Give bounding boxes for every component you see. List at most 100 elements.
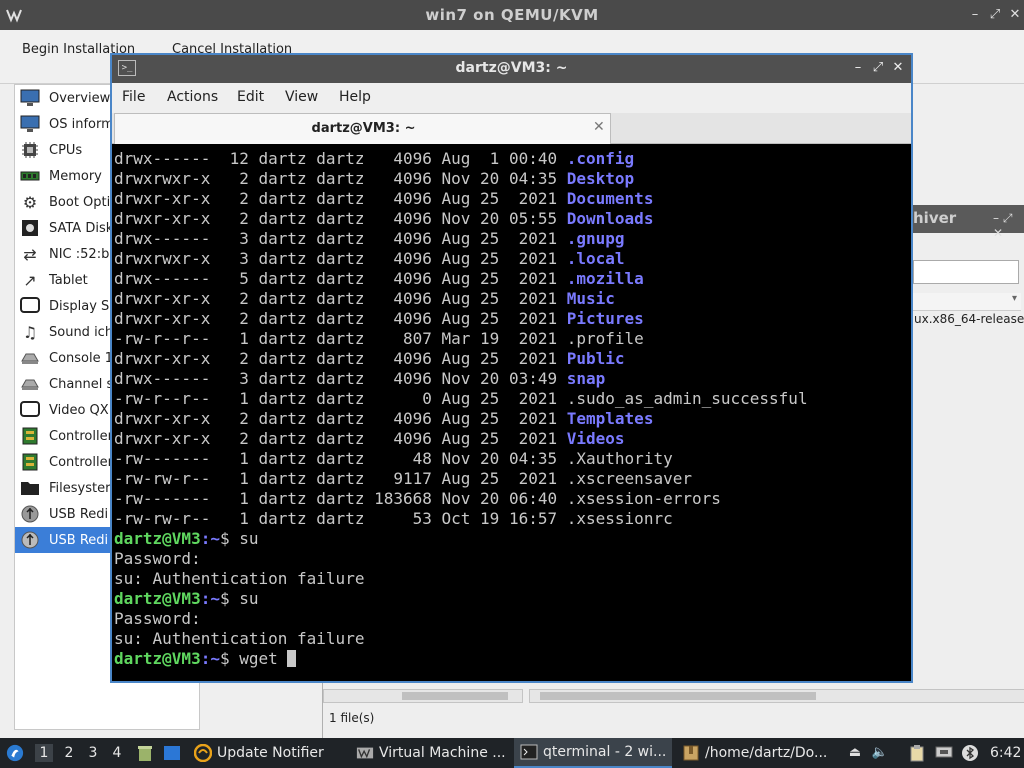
minimize-icon[interactable]: – (966, 6, 984, 24)
listing-line: -rw-r--r-- 1 dartz dartz 807 Mar 19 2021… (114, 329, 644, 349)
menu-view[interactable]: View (285, 89, 318, 105)
minimize-icon[interactable]: – (850, 60, 866, 75)
memory-icon (19, 165, 41, 187)
bluetooth-icon[interactable] (961, 744, 979, 762)
listing-meta: drwxr-xr-x 2 dartz dartz 4096 Aug 25 202… (114, 349, 567, 368)
file-name: .sudo_as_admin_successful (566, 389, 808, 408)
listing-line: drwxr-xr-x 2 dartz dartz 4096 Aug 25 202… (114, 289, 615, 309)
directory-name: Pictures (566, 309, 644, 328)
hardware-item-label: Video QX (49, 402, 109, 418)
file-name: .Xauthority (566, 449, 673, 468)
close-icon[interactable]: ✕ (890, 60, 906, 75)
task-qterminal-active[interactable]: qterminal - 2 wi... (514, 738, 673, 768)
hardware-item-label: CPUs (49, 142, 83, 158)
terminal-titlebar[interactable]: >_ dartz@VM3: ~ – ⤢ ✕ (112, 55, 911, 83)
horizontal-scrollbar[interactable] (323, 689, 523, 703)
output-line: Password: (114, 609, 201, 629)
file-name: .xsession-errors (566, 489, 721, 508)
tablet-icon: ↗ (23, 270, 37, 290)
listing-line: -rw-rw-r-- 1 dartz dartz 53 Oct 19 16:57… (114, 509, 673, 529)
menu-actions[interactable]: Actions (167, 89, 218, 105)
directory-name: Templates (566, 409, 654, 428)
scrollbar-thumb[interactable] (402, 692, 508, 700)
listing-line: drwx------ 3 dartz dartz 4096 Nov 20 03:… (114, 369, 605, 389)
task-update-notifier[interactable]: Update Notifier (194, 738, 324, 768)
task-file-archiver[interactable]: /home/dartz/Do... (682, 738, 827, 768)
listing-meta: drwxr-xr-x 2 dartz dartz 4096 Aug 25 202… (114, 289, 567, 308)
clock[interactable]: 6:42 (990, 738, 1021, 768)
prompt-path: :~ (200, 589, 220, 608)
prompt-line: dartz@VM3:~$ su (114, 589, 259, 609)
hardware-item-label: NIC :52:b (49, 246, 110, 262)
listing-line: drwxr-xr-x 2 dartz dartz 4096 Aug 25 202… (114, 349, 625, 369)
listing-meta: -rw-rw-r-- 1 dartz dartz 53 Oct 19 16:57 (114, 509, 567, 528)
hardware-item-label: Channel s (49, 376, 114, 392)
output-line: su: Authentication failure (114, 569, 364, 589)
listing-meta: drwxr-xr-x 2 dartz dartz 4096 Aug 25 202… (114, 189, 567, 208)
show-desktop-button[interactable] (136, 738, 159, 768)
listing-meta: -rw-rw-r-- 1 dartz dartz 9117 Aug 25 202… (114, 469, 567, 488)
prompt-line: dartz@VM3:~$ su (114, 529, 259, 549)
start-menu-button[interactable] (6, 738, 29, 768)
directory-name: .local (566, 249, 625, 268)
output-text: Password: (114, 609, 201, 628)
listing-line: drwxr-xr-x 2 dartz dartz 4096 Nov 20 05:… (114, 209, 653, 229)
workspace-4[interactable]: 4 (108, 744, 126, 762)
archiver-file-entry[interactable]: ux.x86_64-release (914, 312, 1024, 326)
task-label: Virtual Machine ... (379, 745, 506, 761)
listing-line: drwxrwxr-x 2 dartz dartz 4096 Nov 20 04:… (114, 169, 634, 189)
prompt-symbol: $ (219, 589, 230, 608)
directory-name: Music (566, 289, 615, 308)
menu-help[interactable]: Help (339, 89, 371, 105)
taskbar: 1 2 3 4 Update Notifier Virtual Machine … (0, 738, 1024, 768)
eject-icon[interactable]: ⏏ (846, 744, 864, 762)
archiver-column-header[interactable]: ▾ (913, 293, 1021, 311)
terminal-screen[interactable]: drwx------ 12 dartz dartz 4096 Aug 1 00:… (114, 147, 909, 681)
hardware-item-label: Filesyster (49, 480, 111, 496)
vm-titlebar[interactable]: win7 on QEMU/KVM – ⤢ ✕ (0, 0, 1024, 30)
file-name: .profile (566, 329, 644, 348)
workspace-3[interactable]: 3 (84, 744, 102, 762)
listing-line: drwxrwxr-x 3 dartz dartz 4096 Aug 25 202… (114, 249, 625, 269)
archiver-title: hiver (913, 209, 957, 227)
file-name: .xsessionrc (566, 509, 673, 528)
update-notifier-icon (194, 744, 212, 762)
hardware-item-label: Controller (49, 428, 113, 444)
maximize-icon[interactable]: ⤢ (986, 6, 1004, 24)
output-line: Password: (114, 549, 201, 569)
clipboard-icon[interactable] (908, 744, 926, 762)
disk-icon (19, 217, 41, 239)
workspace-2[interactable]: 2 (60, 744, 78, 762)
listing-meta: drwx------ 3 dartz dartz 4096 Aug 25 202… (114, 229, 567, 248)
menu-file[interactable]: File (122, 89, 145, 105)
volume-icon[interactable]: 🔈 (871, 744, 889, 762)
virt-manager-icon (356, 744, 374, 762)
scrollbar-thumb[interactable] (540, 692, 816, 700)
maximize-icon[interactable]: ⤢ (870, 60, 886, 75)
desktop-switch-button[interactable] (163, 738, 186, 768)
window-controls[interactable]: – ⤢ ✕ (993, 211, 1024, 240)
archive-icon (682, 744, 700, 762)
usb-icon (19, 529, 41, 551)
network-icon[interactable] (935, 744, 953, 762)
hardware-item-label: USB Redi (49, 532, 109, 548)
listing-meta: drwxr-xr-x 2 dartz dartz 4096 Nov 20 05:… (114, 209, 567, 228)
task-label: Update Notifier (217, 745, 324, 761)
terminal-icon (520, 743, 538, 761)
controller-icon (19, 425, 41, 447)
listing-line: -rw-rw-r-- 1 dartz dartz 9117 Aug 25 202… (114, 469, 692, 489)
menu-edit[interactable]: Edit (237, 89, 264, 105)
tab-close-icon[interactable]: ✕ (593, 119, 605, 135)
workspace-1[interactable]: 1 (35, 744, 53, 762)
archiver-path-field[interactable] (913, 260, 1019, 284)
task-label: qterminal - 2 wi... (543, 744, 667, 760)
task-virtual-machine[interactable]: Virtual Machine ... (356, 738, 506, 768)
listing-meta: -rw------- 1 dartz dartz 183668 Nov 20 0… (114, 489, 567, 508)
sound-icon: ♫ (22, 322, 38, 342)
listing-line: -rw-r--r-- 1 dartz dartz 0 Aug 25 2021 .… (114, 389, 808, 409)
close-icon[interactable]: ✕ (1006, 6, 1024, 24)
terminal-tab[interactable]: dartz@VM3: ~ ✕ (114, 113, 611, 144)
listing-meta: drwx------ 12 dartz dartz 4096 Aug 1 00:… (114, 149, 567, 168)
hardware-item-label: Display S (49, 298, 110, 314)
horizontal-scrollbar[interactable] (529, 689, 1024, 703)
